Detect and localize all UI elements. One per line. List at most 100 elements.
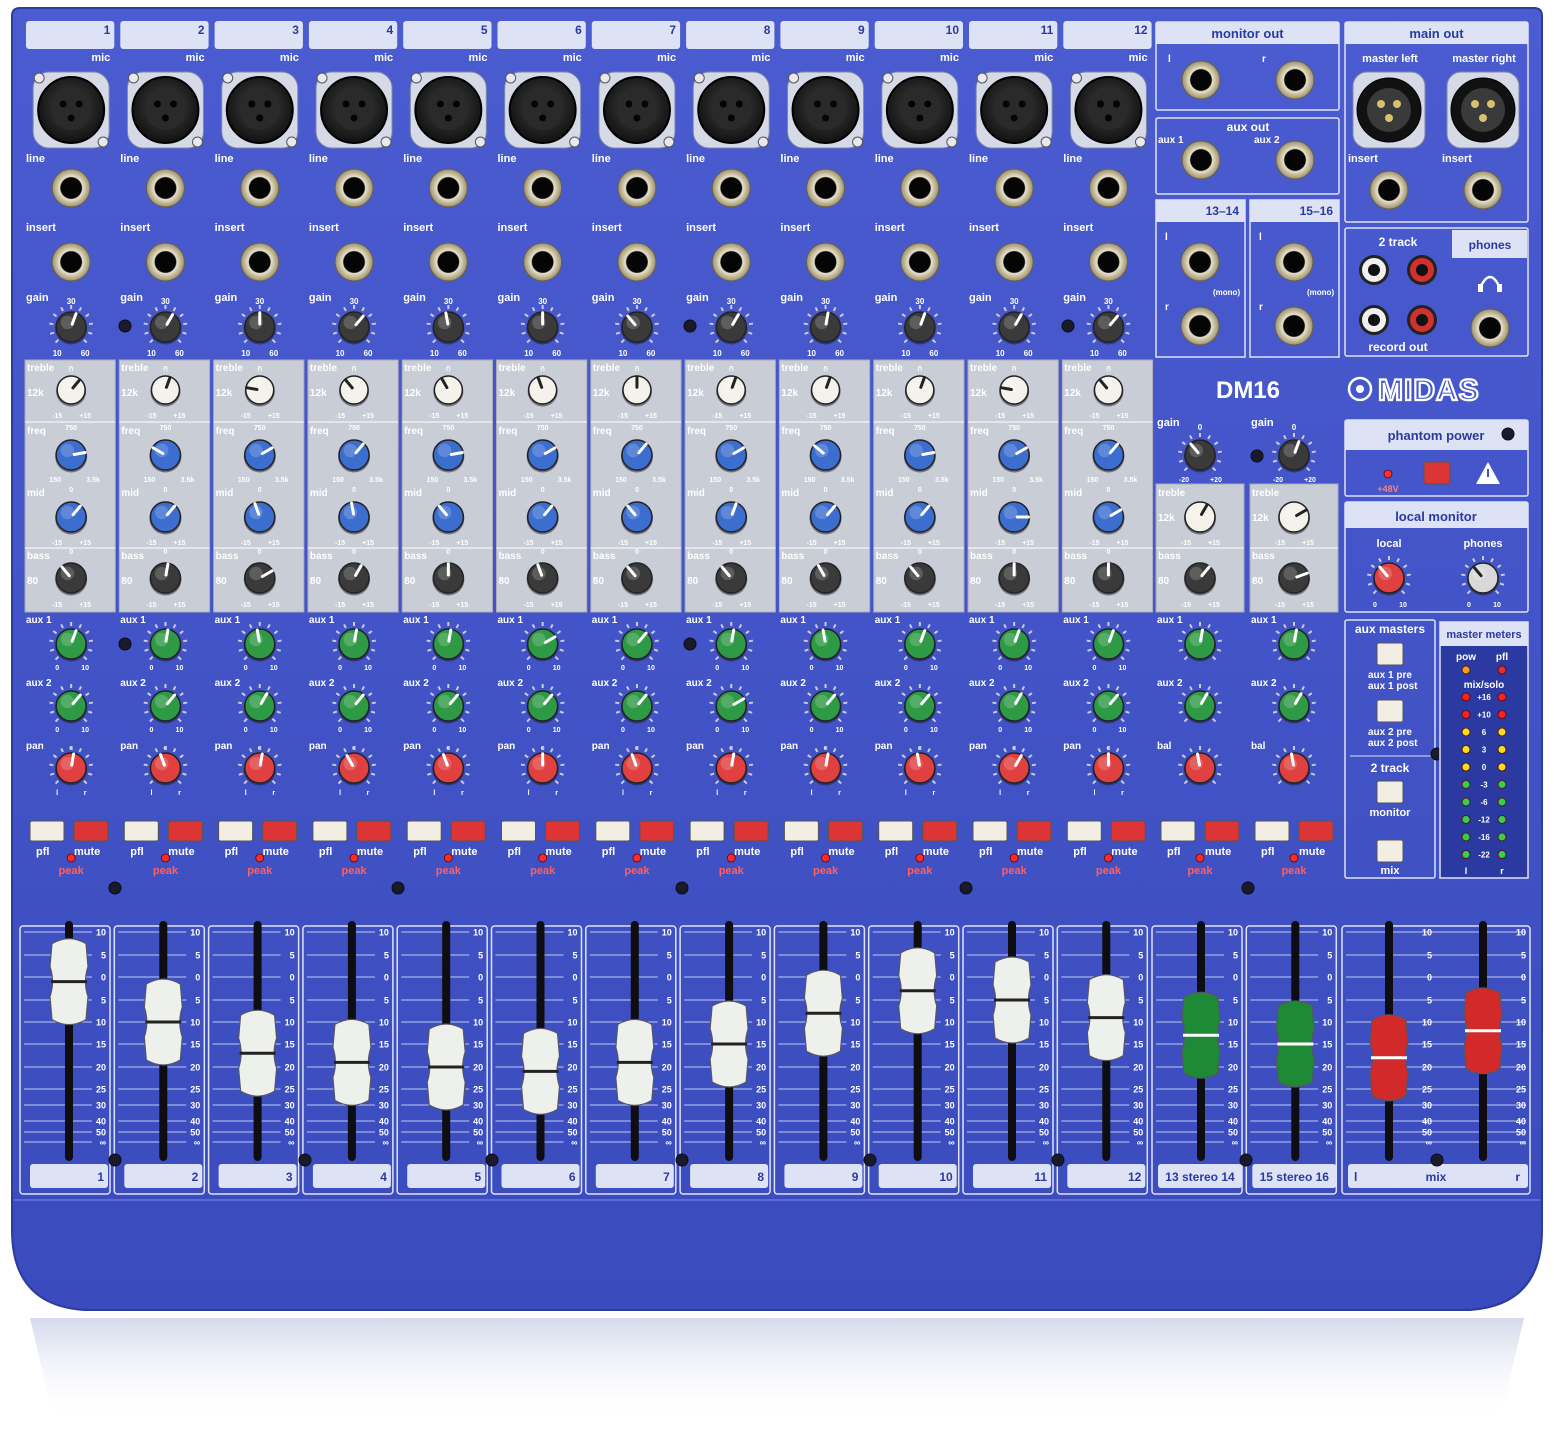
master-insert-l-jack[interactable] bbox=[1369, 170, 1409, 210]
mic-input-10[interactable] bbox=[881, 71, 959, 149]
insert-jack-4[interactable] bbox=[334, 242, 374, 282]
line-input-8[interactable] bbox=[711, 168, 751, 208]
mic-input-6[interactable] bbox=[504, 71, 582, 149]
mic-input-9[interactable] bbox=[787, 71, 865, 149]
line-input-9[interactable] bbox=[806, 168, 846, 208]
mic-input-12[interactable] bbox=[1069, 71, 1147, 149]
fader-channel-number: 9 bbox=[852, 1170, 859, 1184]
pfl-button-7[interactable] bbox=[595, 820, 631, 842]
pfl-button-12[interactable] bbox=[1066, 820, 1102, 842]
mute-button-5[interactable] bbox=[450, 820, 486, 842]
aux2-out-jack[interactable] bbox=[1275, 140, 1315, 180]
monitor-out-r-jack[interactable] bbox=[1275, 60, 1315, 100]
two-track-monitor-button[interactable] bbox=[1376, 780, 1404, 804]
mute-button-10[interactable] bbox=[922, 820, 958, 842]
record-out-l[interactable] bbox=[1359, 305, 1389, 335]
line-input-2[interactable] bbox=[145, 168, 185, 208]
knob-tick bbox=[843, 450, 848, 454]
master-insert-r-jack[interactable] bbox=[1463, 170, 1503, 210]
monitor-out-l-jack[interactable] bbox=[1181, 60, 1221, 100]
mic-input-2[interactable] bbox=[126, 71, 204, 149]
pfl-button-6[interactable] bbox=[501, 820, 536, 842]
insert-jack-3[interactable] bbox=[240, 242, 280, 282]
mic-input-1[interactable] bbox=[32, 71, 110, 149]
phones-jack[interactable] bbox=[1470, 308, 1510, 348]
stereo-input-l-2[interactable] bbox=[1274, 242, 1314, 282]
stereo-mute-button-1[interactable] bbox=[1204, 820, 1240, 842]
pfl-button-4[interactable] bbox=[312, 820, 348, 842]
line-input-10[interactable] bbox=[900, 168, 940, 208]
pfl-button-3[interactable] bbox=[218, 820, 254, 842]
meter-led-r bbox=[1497, 762, 1507, 772]
insert-jack-1[interactable] bbox=[51, 242, 91, 282]
mute-button-7[interactable] bbox=[639, 820, 675, 842]
mute-button-9[interactable] bbox=[827, 820, 863, 842]
mute-button-1[interactable] bbox=[73, 820, 109, 842]
aux1-out-jack[interactable] bbox=[1181, 140, 1221, 180]
line-input-5[interactable] bbox=[428, 168, 468, 208]
insert-jack-6[interactable] bbox=[523, 242, 563, 282]
mute-button-11[interactable] bbox=[1016, 820, 1052, 842]
two-track-mix-button[interactable] bbox=[1376, 839, 1404, 863]
stereo-mute-button-2[interactable] bbox=[1298, 820, 1334, 842]
fader-scale-label: 50 bbox=[96, 1128, 106, 1138]
line-input-12[interactable] bbox=[1088, 168, 1128, 208]
line-input-3[interactable] bbox=[240, 168, 280, 208]
mute-button-12[interactable] bbox=[1110, 820, 1146, 842]
pfl-button-11[interactable] bbox=[972, 820, 1008, 842]
mic-input-4[interactable] bbox=[315, 71, 393, 149]
insert-jack-7[interactable] bbox=[617, 242, 657, 282]
master-left-xlr[interactable] bbox=[1352, 71, 1426, 149]
insert-jack-2[interactable] bbox=[145, 242, 185, 282]
freq-label: freq bbox=[781, 426, 800, 437]
scale-label: -15 bbox=[429, 540, 439, 547]
pfl-button-1[interactable] bbox=[29, 820, 65, 842]
mic-input-5[interactable] bbox=[409, 71, 487, 149]
insert-jack-11[interactable] bbox=[994, 242, 1034, 282]
stereo-input-r-1[interactable] bbox=[1180, 306, 1220, 346]
scale-label: -15 bbox=[524, 540, 534, 547]
stereo-input-l-1[interactable] bbox=[1180, 242, 1220, 282]
two-track-in-r[interactable] bbox=[1407, 255, 1437, 285]
phantom-power-button[interactable] bbox=[1423, 461, 1451, 485]
mute-button-3[interactable] bbox=[262, 820, 298, 842]
record-out-r[interactable] bbox=[1407, 305, 1437, 335]
master-right-xlr[interactable] bbox=[1446, 71, 1520, 149]
mic-input-7[interactable] bbox=[598, 71, 676, 149]
aux2-pre-post-button[interactable] bbox=[1376, 699, 1404, 723]
mid-label: mid bbox=[970, 488, 988, 499]
mic-input-11[interactable] bbox=[975, 71, 1053, 149]
knob-tick bbox=[559, 459, 564, 463]
insert-jack-10[interactable] bbox=[900, 242, 940, 282]
aux1-pre-post-button[interactable] bbox=[1376, 642, 1404, 666]
mute-button-4[interactable] bbox=[356, 820, 392, 842]
mic-input-3[interactable] bbox=[221, 71, 299, 149]
mute-button-8[interactable] bbox=[733, 820, 769, 842]
aux-masters-title: aux masters bbox=[1355, 622, 1425, 636]
insert-jack-5[interactable] bbox=[428, 242, 468, 282]
insert-jack-9[interactable] bbox=[806, 242, 846, 282]
knob-tick bbox=[144, 459, 149, 463]
line-input-7[interactable] bbox=[617, 168, 657, 208]
mute-button-6[interactable] bbox=[545, 820, 580, 842]
stereo-pfl-button-2[interactable] bbox=[1254, 820, 1290, 842]
two-track-in-l[interactable] bbox=[1359, 255, 1389, 285]
mute-button-2[interactable] bbox=[167, 820, 203, 842]
pfl-button-5[interactable] bbox=[406, 820, 442, 842]
bass-label: bass bbox=[970, 551, 993, 562]
pfl-button-8[interactable] bbox=[689, 820, 725, 842]
master-left-label: master left bbox=[1362, 53, 1418, 65]
insert-jack-8[interactable] bbox=[711, 242, 751, 282]
pfl-button-9[interactable] bbox=[783, 820, 819, 842]
stereo-input-r-2[interactable] bbox=[1274, 306, 1314, 346]
insert-jack-12[interactable] bbox=[1088, 242, 1128, 282]
mic-input-8[interactable] bbox=[692, 71, 770, 149]
pfl-button-2[interactable] bbox=[123, 820, 159, 842]
pfl-button-10[interactable] bbox=[878, 820, 914, 842]
line-input-4[interactable] bbox=[334, 168, 374, 208]
line-input-11[interactable] bbox=[994, 168, 1034, 208]
stereo-pfl-button-1[interactable] bbox=[1160, 820, 1196, 842]
knob-tick bbox=[1125, 521, 1130, 525]
line-input-1[interactable] bbox=[51, 168, 91, 208]
line-input-6[interactable] bbox=[523, 168, 563, 208]
